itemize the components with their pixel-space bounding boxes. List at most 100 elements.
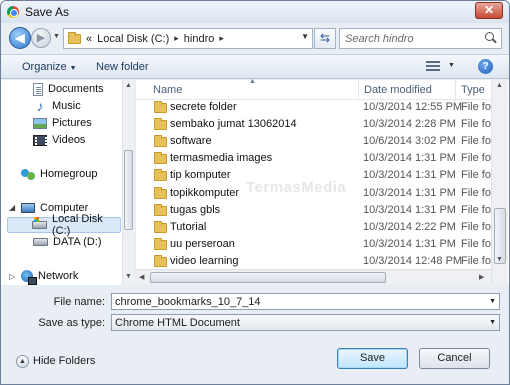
nav-item-pictures[interactable]: Pictures — [33, 115, 92, 131]
breadcrumb-local-disk[interactable]: Local Disk (C:) — [97, 33, 169, 45]
scroll-down-icon[interactable]: ▼ — [125, 273, 132, 280]
cancel-button[interactable]: Cancel — [419, 348, 490, 369]
nav-label: Music — [52, 100, 81, 112]
navigation-pane: Documents ♪ Music Pictures Videos Homegro… — [1, 80, 134, 285]
nav-item-videos[interactable]: Videos — [33, 132, 85, 148]
nav-item-data-drive[interactable]: DATA (D:) — [33, 234, 101, 250]
file-name: termasmedia images — [170, 152, 273, 165]
file-date: 10/3/2014 2:28 PM — [363, 118, 456, 131]
scroll-right-icon[interactable]: ▶ — [479, 273, 484, 281]
file-row[interactable]: tugas gbls 10/3/2014 1:31 PM File folder — [136, 202, 491, 219]
view-dropdown-icon[interactable]: ▼ — [448, 62, 455, 69]
savetype-label: Save as type: — [38, 317, 105, 329]
scroll-up-icon[interactable]: ▲ — [496, 82, 503, 89]
nav-label: Network — [38, 270, 79, 282]
file-date: 10/3/2014 1:31 PM — [363, 169, 456, 182]
savetype-value: Chrome HTML Document — [115, 317, 240, 329]
file-row[interactable]: secrete folder 10/3/2014 12:55 PMFile fol… — [136, 99, 491, 116]
file-name: video learning — [170, 254, 239, 267]
save-button[interactable]: Save — [337, 348, 408, 369]
close-button[interactable]: ✕ — [475, 2, 503, 19]
command-toolbar: Organize ▼ New folder ▼ ? — [1, 54, 509, 79]
nav-label: DATA (D:) — [53, 236, 102, 248]
file-date: 10/3/2014 2:22 PM — [363, 220, 456, 233]
history-dropdown-icon[interactable]: ▼ — [53, 33, 60, 40]
savetype-dropdown-icon[interactable]: ▼ — [489, 319, 496, 326]
file-type: File folder — [461, 237, 491, 250]
file-type: File folder — [461, 254, 491, 267]
nav-item-documents[interactable]: Documents — [33, 81, 104, 97]
file-row[interactable]: Tutorial 10/3/2014 2:22 PM File folder — [136, 219, 491, 236]
file-type: File folder — [461, 118, 491, 131]
folder-icon — [154, 118, 167, 131]
chrome-icon — [7, 6, 19, 18]
breadcrumb-separator-icon[interactable]: ▸ — [219, 33, 224, 44]
nav-item-homegroup[interactable]: Homegroup — [21, 166, 97, 182]
file-type: File folder — [461, 203, 491, 216]
file-type: File folder — [461, 101, 491, 113]
column-divider[interactable] — [455, 80, 456, 100]
expand-icon[interactable]: ▷ — [9, 272, 15, 281]
pictures-icon — [33, 117, 47, 129]
column-type-header[interactable]: Type — [461, 84, 485, 96]
save-as-dialog: Save As ✕ ◀ ▶ ▼ « Local Disk (C:) ▸ hind… — [0, 0, 510, 385]
nav-item-music[interactable]: ♪ Music — [33, 98, 81, 114]
new-folder-button[interactable]: New folder — [96, 61, 149, 73]
file-row[interactable]: sembako jumat 13062014 10/3/2014 2:28 PM F… — [136, 116, 491, 133]
file-date: 10/3/2014 1:31 PM — [363, 237, 456, 250]
view-options-icon[interactable] — [426, 61, 442, 73]
drive-icon — [33, 238, 48, 246]
file-date: 10/3/2014 1:31 PM — [363, 203, 456, 216]
refresh-button[interactable]: ⇆ — [314, 28, 336, 49]
scroll-up-icon[interactable]: ▲ — [125, 82, 132, 89]
file-row[interactable]: uu perseroan 10/3/2014 1:31 PM File folder — [136, 236, 491, 253]
file-name: tugas gbls — [170, 203, 221, 216]
file-name: Tutorial — [170, 220, 207, 233]
scroll-left-icon[interactable]: ◀ — [139, 273, 144, 281]
chevron-up-icon[interactable]: ▲ — [16, 355, 29, 368]
sort-ascending-icon: ▲ — [249, 78, 256, 85]
file-row[interactable]: termasmedia images 10/3/2014 1:31 PM File … — [136, 150, 491, 167]
back-button[interactable]: ◀ — [9, 27, 31, 49]
organize-button[interactable]: Organize ▼ — [22, 61, 77, 73]
file-name: tip komputer — [170, 169, 231, 182]
computer-icon — [21, 203, 35, 213]
nav-scrollbar-thumb[interactable] — [124, 150, 133, 230]
address-prefix[interactable]: « — [86, 33, 92, 45]
filename-dropdown-icon[interactable]: ▼ — [489, 298, 496, 305]
scroll-down-icon[interactable]: ▼ — [496, 256, 503, 263]
folder-icon — [154, 101, 167, 113]
savetype-select[interactable]: Chrome HTML Document ▼ — [111, 314, 500, 331]
local-disk-icon — [32, 217, 47, 229]
search-input[interactable]: Search hindro — [339, 28, 502, 49]
address-dropdown-icon[interactable]: ▼ — [301, 32, 309, 41]
search-placeholder: Search hindro — [345, 33, 414, 45]
column-name-header[interactable]: Name — [153, 84, 182, 96]
help-button[interactable]: ? — [478, 59, 493, 74]
nav-item-network[interactable]: Network — [21, 268, 79, 285]
breadcrumb-separator-icon[interactable]: ▸ — [174, 33, 179, 44]
forward-button[interactable]: ▶ — [31, 28, 51, 48]
file-list-scrollbar[interactable]: ▲ ▼ — [491, 80, 508, 285]
address-bar[interactable]: « Local Disk (C:) ▸ hindro ▸ ▼ — [63, 28, 313, 49]
breadcrumb-hindro[interactable]: hindro — [184, 33, 215, 45]
folder-icon — [154, 152, 167, 165]
file-date: 10/3/2014 12:48 PM — [363, 254, 463, 267]
folder-icon — [154, 254, 167, 267]
file-row[interactable]: video learning 10/3/2014 12:48 PMFile fol… — [136, 253, 491, 270]
nav-item-local-disk[interactable]: Local Disk (C:) — [7, 213, 121, 237]
watermark: TermasMedia — [246, 179, 347, 196]
hide-folders-button[interactable]: Hide Folders — [33, 355, 95, 367]
column-divider[interactable] — [358, 80, 359, 100]
horizontal-scrollbar-thumb[interactable] — [150, 272, 386, 283]
collapse-icon[interactable]: ◢ — [9, 203, 15, 212]
nav-scrollbar[interactable]: ▲ ▼ — [122, 80, 134, 285]
horizontal-scrollbar[interactable]: ◀ ▶ — [136, 269, 491, 285]
file-date: 10/3/2014 12:55 PM — [363, 101, 463, 113]
folder-icon — [154, 220, 167, 233]
file-row[interactable]: software 10/6/2014 3:02 PM File folder — [136, 133, 491, 150]
filename-input[interactable]: chrome_bookmarks_10_7_14 ▼ — [111, 293, 500, 310]
file-name: software — [170, 135, 212, 148]
column-date-header[interactable]: Date modified — [364, 84, 432, 96]
column-headers: ▲ Name Date modified Type — [136, 78, 509, 100]
